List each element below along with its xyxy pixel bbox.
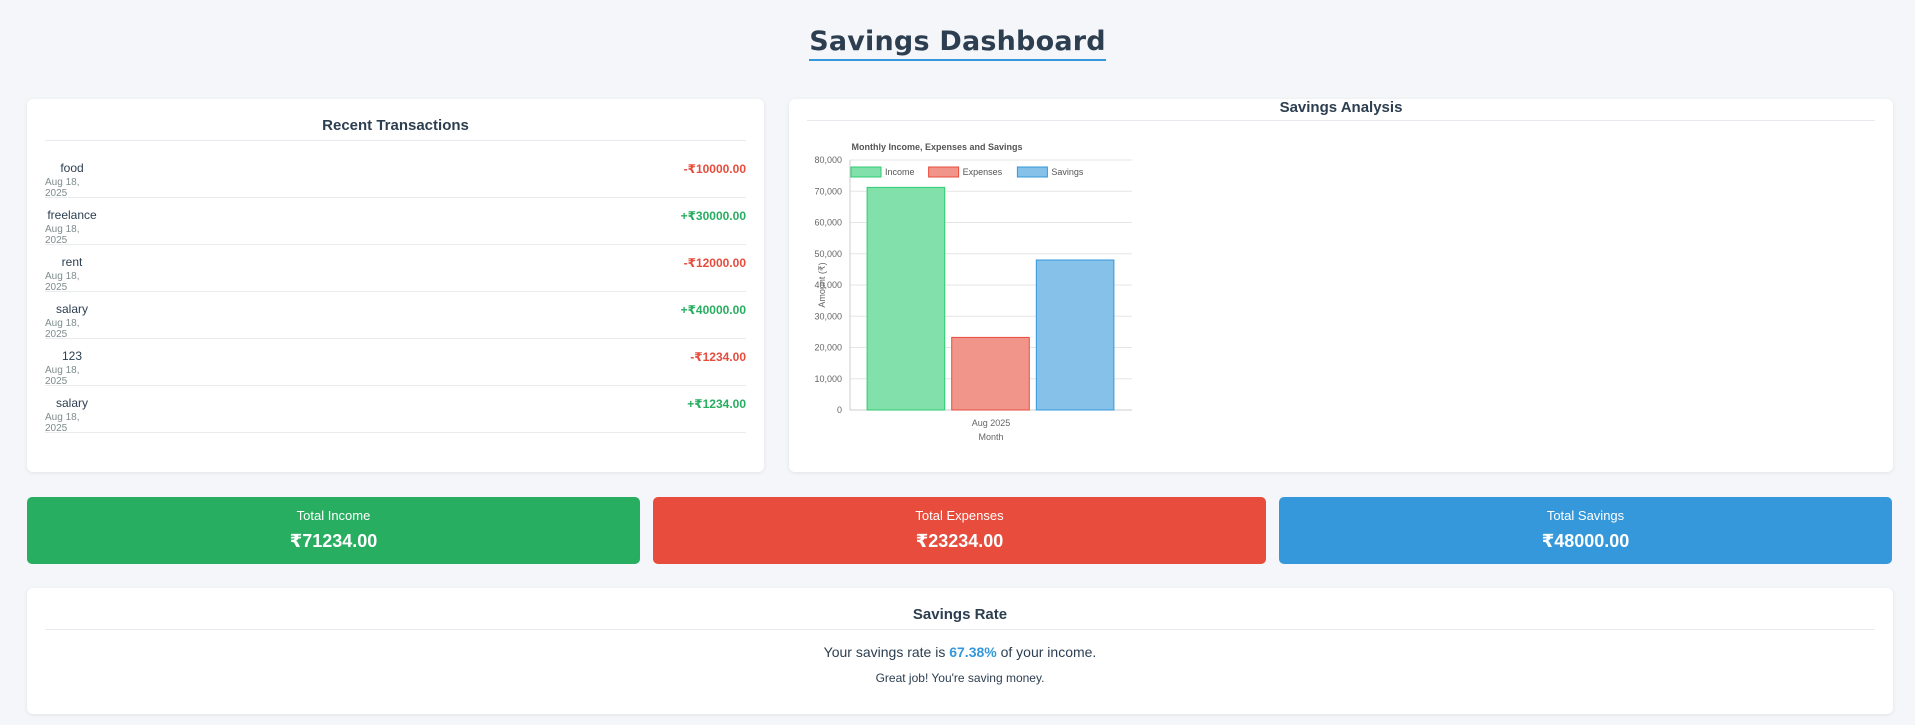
y-tick-label: 60,000 (814, 218, 842, 228)
transaction-amount: +₹30000.00 (680, 209, 746, 223)
savings-rate-percent: 67.38% (949, 644, 997, 660)
bar-savings (1035, 259, 1115, 411)
total-expenses-label: Total Expenses (915, 508, 1004, 523)
transaction-row: salary Aug 18, 2025 +₹1234.00 (45, 386, 746, 434)
transaction-row: freelance Aug 18, 2025 +₹30000.00 (45, 198, 746, 246)
legend-label-income: Income (885, 167, 915, 177)
transaction-info: rent Aug 18, 2025 (45, 255, 99, 293)
total-savings-label: Total Savings (1546, 508, 1625, 523)
legend-swatch-expenses (928, 166, 960, 178)
transaction-date: Aug 18, 2025 (45, 271, 80, 293)
total-expenses-value: ₹23234.00 (915, 531, 1004, 551)
legend-label-expenses: Expenses (963, 167, 1003, 177)
transaction-description: 123 (61, 349, 83, 363)
transaction-row: salary Aug 18, 2025 +₹40000.00 (45, 292, 746, 340)
transaction-date: Aug 18, 2025 (45, 412, 80, 434)
total-savings-value: ₹48000.00 (1541, 531, 1630, 551)
recent-transactions-card: Recent Transactions food Aug 18, 2025 -₹10… (27, 99, 764, 472)
total-savings-card: Total Savings ₹48000.00 (1279, 497, 1892, 564)
legend-swatch-savings (1016, 166, 1048, 178)
savings-rate-text: Your savings rate is 67.38% of your inco… (27, 644, 1893, 660)
transaction-info: salary Aug 18, 2025 (45, 396, 99, 434)
transaction-description: food (60, 161, 84, 175)
y-tick-label: 10,000 (814, 374, 842, 384)
transaction-description: rent (61, 255, 83, 269)
transaction-date: Aug 18, 2025 (45, 224, 80, 246)
x-axis-label: Month (978, 432, 1003, 442)
transaction-info: salary Aug 18, 2025 (45, 302, 99, 340)
savings-analysis-card: Savings Analysis Monthly Income, Expense… (789, 99, 1893, 472)
x-tick-label: Aug 2025 (972, 418, 1011, 428)
savings-rate-suffix: of your income. (996, 644, 1097, 660)
y-tick-label: 70,000 (814, 186, 842, 196)
y-tick-label: 50,000 (814, 249, 842, 259)
y-axis-label: Amount (₹) (817, 262, 827, 307)
page-title: Savings Dashboard (809, 26, 1106, 61)
legend-swatch-income (850, 166, 882, 178)
total-income-label: Total Income (296, 508, 371, 523)
total-expenses-card: Total Expenses ₹23234.00 (653, 497, 1266, 564)
savings-rate-title: Savings Rate (45, 606, 1875, 630)
transaction-description: salary (55, 396, 88, 410)
transaction-description: salary (55, 302, 88, 316)
total-income-card: Total Income ₹71234.00 (27, 497, 640, 564)
transaction-amount: -₹12000.00 (683, 256, 746, 270)
savings-analysis-title: Savings Analysis (807, 99, 1875, 121)
bar-expenses (951, 336, 1030, 411)
total-income-value: ₹71234.00 (289, 531, 378, 551)
transaction-row: 123 Aug 18, 2025 -₹1234.00 (45, 339, 746, 387)
recent-transactions-title: Recent Transactions (45, 117, 746, 141)
transaction-amount: +₹40000.00 (680, 303, 746, 317)
savings-rate-card: Savings Rate Your savings rate is 67.38%… (27, 588, 1893, 714)
chart-title: Monthly Income, Expenses and Savings (851, 142, 1022, 152)
y-tick-label: 30,000 (814, 311, 842, 321)
transaction-date: Aug 18, 2025 (45, 177, 80, 199)
transaction-date: Aug 18, 2025 (45, 365, 80, 387)
transaction-description: freelance (47, 208, 97, 222)
transaction-amount: -₹10000.00 (683, 162, 746, 176)
transaction-row: rent Aug 18, 2025 -₹12000.00 (45, 245, 746, 293)
transaction-list: food Aug 18, 2025 -₹10000.00 freelance Aug 1… (45, 151, 746, 434)
transaction-info: freelance Aug 18, 2025 (45, 208, 99, 246)
page-title-wrap: Savings Dashboard (0, 26, 1915, 61)
transaction-amount: -₹1234.00 (690, 350, 746, 364)
savings-rate-message: Great job! You're saving money. (875, 671, 1045, 685)
y-tick-label: 80,000 (814, 155, 842, 165)
bar-income (866, 186, 946, 411)
legend-label-savings: Savings (1051, 167, 1084, 177)
savings-chart: Monthly Income, Expenses and Savings Inco… (814, 142, 1132, 442)
transaction-info: 123 Aug 18, 2025 (45, 349, 99, 387)
transaction-date: Aug 18, 2025 (45, 318, 80, 340)
transaction-row: food Aug 18, 2025 -₹10000.00 (45, 151, 746, 199)
transaction-info: food Aug 18, 2025 (45, 161, 99, 199)
savings-rate-prefix: Your savings rate is (823, 644, 950, 660)
transaction-amount: +₹1234.00 (687, 397, 746, 411)
y-tick-label: 20,000 (814, 343, 842, 353)
y-tick-label: 0 (837, 405, 842, 415)
